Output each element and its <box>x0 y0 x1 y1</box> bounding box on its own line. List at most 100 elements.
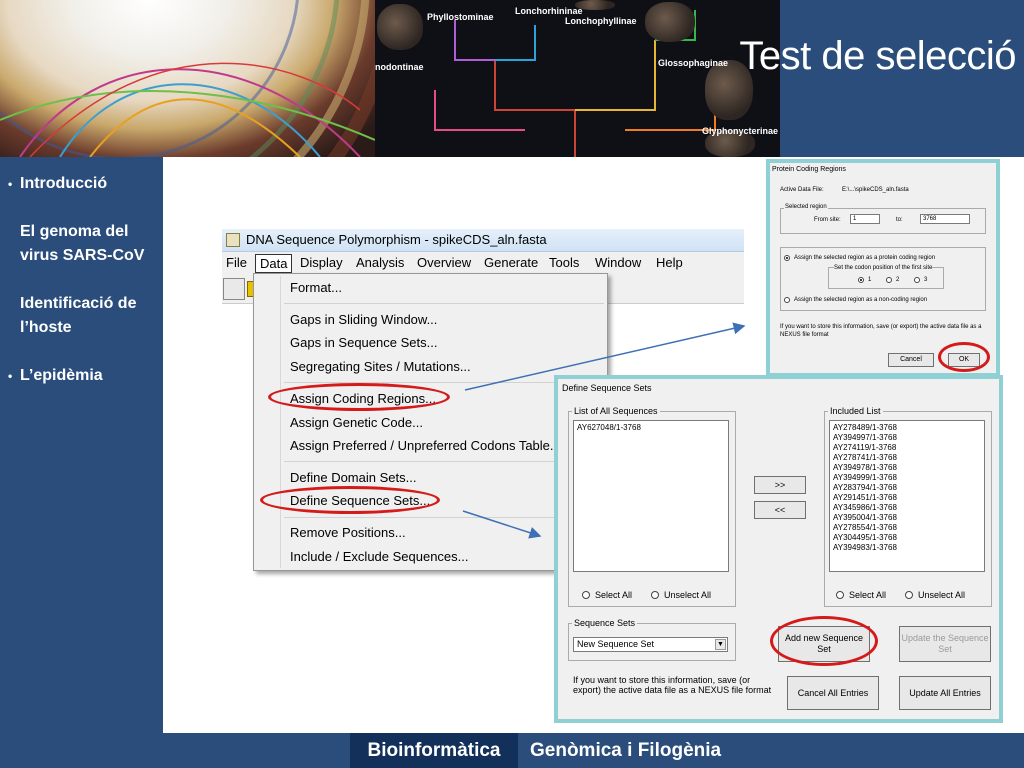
sidebar: •Introducció •El genoma del virus SARS-C… <box>0 157 163 768</box>
menu-item-include-exclude[interactable]: Include / Exclude Sequences... <box>290 549 469 564</box>
codon-2-label: 2 <box>896 277 900 283</box>
nexus-note: If you want to store this information, s… <box>780 324 982 338</box>
from-site-input[interactable]: 1 <box>850 214 880 224</box>
list-item[interactable]: AY394997/1-3768 <box>833 433 981 443</box>
sidebar-item-label: El genoma del virus SARS-CoV <box>20 223 145 264</box>
codon-3-label: 3 <box>924 277 928 283</box>
menu-item-gaps-sliding-window[interactable]: Gaps in Sliding Window... <box>290 312 437 327</box>
to-site-input[interactable]: 3768 <box>920 214 970 224</box>
highlight-define-sequence-sets <box>260 486 440 514</box>
unselect-all-left-radio[interactable] <box>651 591 659 599</box>
menu-display[interactable]: Display <box>296 254 347 271</box>
menu-separator <box>284 303 604 304</box>
select-all-right-radio[interactable] <box>836 591 844 599</box>
from-label: From site: <box>814 217 841 223</box>
list-item[interactable]: AY395004/1-3768 <box>833 513 981 523</box>
clade-label: nodontinae <box>375 62 424 72</box>
nexus-note: If you want to store this information, s… <box>573 675 772 695</box>
header-image-bat-tree: Phyllostominae Lonchorhininae Lonchophyl… <box>375 0 780 157</box>
select-all-left-radio[interactable] <box>582 591 590 599</box>
codon-1-radio[interactable] <box>858 277 864 283</box>
bullet-icon: • <box>0 292 20 316</box>
highlight-assign-coding-regions <box>268 383 450 411</box>
cancel-button[interactable]: Cancel <box>888 353 934 367</box>
clade-label: Lonchophyllinae <box>565 16 637 26</box>
sidebar-item-hoste[interactable]: •Identificació de l’hoste <box>0 292 158 340</box>
highlight-add-new-sequence-set <box>770 616 878 666</box>
menu-item-format[interactable]: Format... <box>290 280 342 295</box>
menu-window[interactable]: Window <box>591 254 645 271</box>
codon-position-label: Set the codon position of the first site <box>834 265 933 271</box>
list-item[interactable]: AY291451/1-3768 <box>833 493 981 503</box>
slide-title: Test de selecció <box>739 34 1016 78</box>
menu-item-assign-genetic-code[interactable]: Assign Genetic Code... <box>290 415 423 430</box>
sequence-sets-label: Sequence Sets <box>572 618 638 628</box>
bat-photo <box>645 2 695 42</box>
codon-2-radio[interactable] <box>886 277 892 283</box>
list-item[interactable]: AY278741/1-3768 <box>833 453 981 463</box>
menu-overview[interactable]: Overview <box>413 254 475 271</box>
non-coding-region-label: Assign the selected region as a non-codi… <box>794 297 928 303</box>
bat-photo <box>377 4 423 50</box>
sequence-set-select[interactable]: New Sequence Set ▼ <box>573 637 728 652</box>
list-item[interactable]: AY283794/1-3768 <box>833 483 981 493</box>
update-sequence-set-button[interactable]: Update the Sequence Set <box>899 626 991 662</box>
menu-generate[interactable]: Generate <box>480 254 542 271</box>
list-item[interactable]: AY627048/1-3768 <box>577 423 725 433</box>
update-all-entries-button[interactable]: Update All Entries <box>899 676 991 710</box>
list-item[interactable]: AY394999/1-3768 <box>833 473 981 483</box>
list-item[interactable]: AY394978/1-3768 <box>833 463 981 473</box>
list-item[interactable]: AY274119/1-3768 <box>833 443 981 453</box>
list-item[interactable]: AY345986/1-3768 <box>833 503 981 513</box>
menu-file[interactable]: File <box>222 254 251 271</box>
codon-3-radio[interactable] <box>914 277 920 283</box>
header-image-phylogeny-circle <box>0 0 375 157</box>
open-file-icon[interactable] <box>223 278 245 300</box>
included-sequences-list[interactable]: AY278489/1-3768 AY394997/1-3768 AY274119… <box>829 420 985 572</box>
list-item[interactable]: AY394983/1-3768 <box>833 543 981 553</box>
select-all-right-label: Select All <box>849 590 887 600</box>
menu-item-segregating-sites[interactable]: Segregating Sites / Mutations... <box>290 359 471 374</box>
sequence-set-value: New Sequence Set <box>577 639 655 649</box>
menu-analysis[interactable]: Analysis <box>352 254 408 271</box>
footer-topic-label: Genòmica i Filogènia <box>530 740 722 761</box>
list-item[interactable]: AY278489/1-3768 <box>833 423 981 433</box>
unselect-all-right-label: Unselect All <box>918 590 966 600</box>
coding-region-label: Assign the selected region as a protein … <box>794 255 936 261</box>
bullet-icon: • <box>8 177 13 191</box>
list-item[interactable]: AY278554/1-3768 <box>833 523 981 533</box>
coding-region-radio[interactable] <box>784 255 790 261</box>
menubar: File Data Display Analysis Overview Gene… <box>222 252 744 274</box>
list-item[interactable]: AY304495/1-3768 <box>833 533 981 543</box>
sidebar-item-label: Introducció <box>20 175 108 192</box>
selected-region-label: Selected region <box>784 204 828 210</box>
move-right-button[interactable]: >> <box>754 476 806 494</box>
clade-label: Glossophaginae <box>658 58 729 68</box>
included-list-label: Included List <box>828 406 883 416</box>
cancel-all-entries-button[interactable]: Cancel All Entries <box>787 676 879 710</box>
menu-item-assign-codons-table[interactable]: Assign Preferred / Unpreferred Codons Ta… <box>290 438 561 453</box>
dialog-title: Protein Coding Regions <box>772 166 846 173</box>
menu-gutter <box>280 276 281 568</box>
non-coding-region-radio[interactable] <box>784 297 790 303</box>
slide-header: Phyllostominae Lonchorhininae Lonchophyl… <box>0 0 1024 157</box>
sidebar-item-genoma[interactable]: •El genoma del virus SARS-CoV <box>0 220 158 268</box>
highlight-ok-button <box>938 342 990 372</box>
unselect-all-right-radio[interactable] <box>905 591 913 599</box>
menu-item-define-domain-sets[interactable]: Define Domain Sets... <box>290 470 416 485</box>
sidebar-item-introduccio[interactable]: • Introducció <box>8 172 158 196</box>
menu-help[interactable]: Help <box>652 254 687 271</box>
chevron-down-icon[interactable]: ▼ <box>715 639 726 650</box>
all-sequences-list[interactable]: AY627048/1-3768 <box>573 420 729 572</box>
dialog-title: Define Sequence Sets <box>562 383 652 393</box>
to-label: to: <box>896 217 903 223</box>
menu-item-remove-positions[interactable]: Remove Positions... <box>290 525 406 540</box>
menu-data[interactable]: Data <box>255 254 293 273</box>
footer-course-label: Bioinformàtica <box>350 733 518 768</box>
codon-1-label: 1 <box>868 277 872 283</box>
sidebar-item-epidemia[interactable]: • L’epidèmia <box>8 364 158 388</box>
menu-item-gaps-sequence-sets[interactable]: Gaps in Sequence Sets... <box>290 335 437 350</box>
move-left-button[interactable]: << <box>754 501 806 519</box>
menu-tools[interactable]: Tools <box>545 254 583 271</box>
sidebar-item-label: L’epidèmia <box>20 367 103 384</box>
